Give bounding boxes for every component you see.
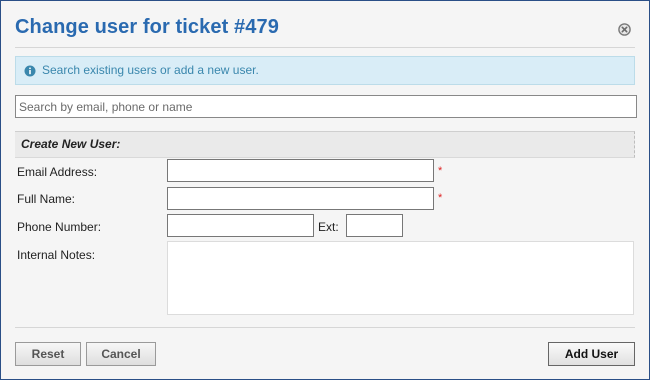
email-required-marker: *	[438, 165, 443, 177]
info-icon	[24, 65, 36, 77]
cancel-button[interactable]: Cancel	[86, 342, 156, 366]
email-label: Email Address:	[17, 165, 98, 179]
close-icon[interactable]	[618, 23, 631, 36]
ext-label: Ext:	[318, 220, 339, 234]
phone-ext-field[interactable]	[346, 214, 403, 237]
create-user-section-header: Create New User:	[15, 131, 635, 158]
full-name-field[interactable]	[167, 187, 434, 210]
dialog-title: Change user for ticket #479	[15, 16, 279, 38]
user-search-input[interactable]	[15, 95, 637, 118]
internal-notes-label: Internal Notes:	[17, 248, 96, 262]
internal-notes-textarea[interactable]	[167, 241, 634, 315]
footer-divider	[15, 327, 635, 328]
add-user-button[interactable]: Add User	[548, 342, 635, 366]
full-name-required-marker: *	[438, 192, 443, 204]
email-field[interactable]	[167, 159, 434, 182]
info-banner: Search existing users or add a new user.	[15, 56, 635, 85]
change-user-dialog: Change user for ticket #479 Search exist…	[0, 0, 650, 380]
phone-field[interactable]	[167, 214, 314, 237]
phone-label: Phone Number:	[17, 220, 102, 234]
full-name-label: Full Name:	[17, 192, 76, 206]
section-title: Create New User:	[21, 137, 121, 151]
reset-button[interactable]: Reset	[15, 342, 81, 366]
title-divider	[15, 47, 635, 48]
info-text: Search existing users or add a new user.	[42, 63, 259, 77]
